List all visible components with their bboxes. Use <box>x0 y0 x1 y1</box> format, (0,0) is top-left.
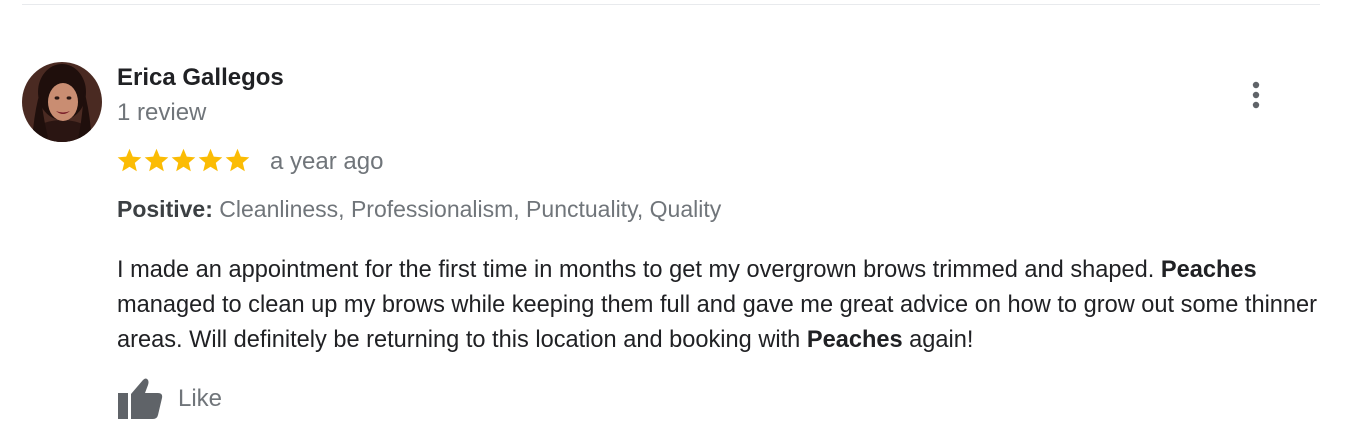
more-vert-icon <box>1252 81 1260 109</box>
like-label: Like <box>178 385 223 412</box>
employee-name: Peaches <box>806 327 903 353</box>
review-text-part: I made an appointment for the first time… <box>117 257 1161 283</box>
reviewer-name[interactable]: Erica Gallegos <box>117 64 284 92</box>
review-date: a year ago <box>270 148 384 175</box>
review-count[interactable]: 1 review <box>117 99 206 127</box>
star-icon <box>117 148 142 172</box>
top-divider <box>22 4 1320 5</box>
avatar[interactable] <box>22 62 102 142</box>
star-icon <box>171 148 196 172</box>
star-icon <box>198 148 223 172</box>
star-icon <box>225 148 250 172</box>
star-icon <box>144 148 169 172</box>
positive-label: Positive: <box>117 196 213 222</box>
review-text-part: managed to clean up my brows while keepi… <box>117 292 1318 353</box>
more-options-button[interactable] <box>1240 78 1272 112</box>
employee-name: Peaches <box>1160 257 1257 283</box>
review-text: I made an appointment for the first time… <box>117 253 1337 358</box>
positive-tags: Cleanliness, Professionalism, Punctualit… <box>219 196 722 222</box>
star-rating <box>116 147 251 177</box>
like-button[interactable]: Like <box>116 376 222 420</box>
thumbs-up-icon <box>118 378 163 419</box>
positive-attributes: Positive: Cleanliness, Professionalism, … <box>117 196 721 223</box>
review-text-part: again! <box>902 327 974 353</box>
